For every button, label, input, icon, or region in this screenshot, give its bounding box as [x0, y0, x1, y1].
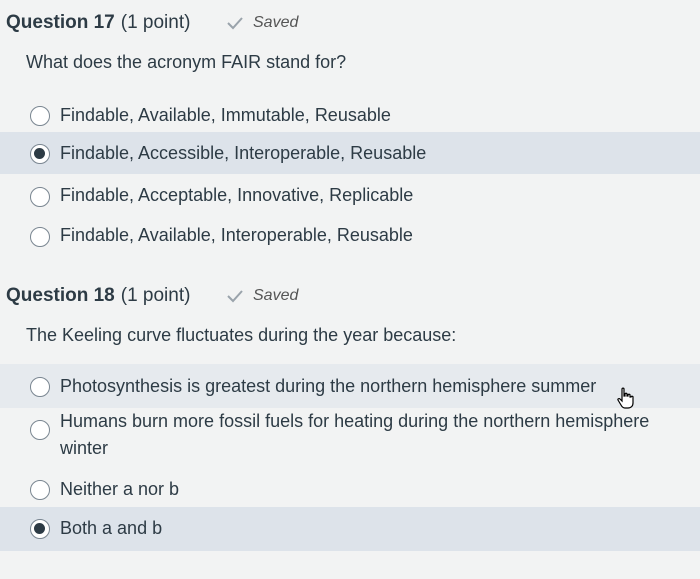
answer-label: Findable, Available, Immutable, Reusable: [60, 105, 391, 125]
answer-option[interactable]: Findable, Available, Immutable, Reusable: [0, 98, 700, 134]
question-prompt: The Keeling curve fluctuates during the …: [26, 325, 457, 345]
question-header: Question 18 (1 point): [6, 285, 190, 309]
answer-label: Findable, Available, Interoperable, Reus…: [60, 225, 413, 245]
answer-option-hover[interactable]: Photosynthesis is greatest during the no…: [0, 364, 700, 408]
question-title: Question 17: [6, 12, 115, 33]
answer-label: Neither a nor b: [60, 479, 180, 499]
question-points: (1 point): [120, 285, 191, 306]
answer-label: Findable, Accessible, Interoperable, Reu…: [60, 143, 427, 163]
radio-button[interactable]: [30, 106, 50, 126]
checkmark-icon: [227, 290, 243, 303]
hand-pointer-icon: [617, 387, 634, 409]
answer-option[interactable]: Findable, Acceptable, Innovative, Replic…: [0, 178, 700, 214]
answer-label: Findable, Acceptable, Innovative, Replic…: [60, 185, 414, 205]
radio-button[interactable]: [30, 420, 50, 440]
saved-label: Saved: [253, 287, 299, 304]
radio-button-selected[interactable]: [30, 519, 50, 539]
radio-button-selected[interactable]: [30, 144, 50, 164]
question-header: Question 17 (1 point): [6, 12, 190, 36]
radio-button[interactable]: [30, 480, 50, 500]
answer-label: Both a and b: [60, 518, 163, 538]
answer-option-selected[interactable]: Both a and b: [0, 507, 700, 551]
answer-option[interactable]: Findable, Available, Interoperable, Reus…: [0, 218, 700, 254]
answer-label: Photosynthesis is greatest during the no…: [60, 376, 597, 396]
answer-option[interactable]: Humans burn more fossil fuels for heatin…: [0, 408, 700, 472]
answer-option[interactable]: Neither a nor b: [0, 472, 700, 508]
checkmark-icon: [227, 17, 243, 30]
radio-button[interactable]: [30, 227, 50, 247]
saved-status: Saved: [226, 14, 298, 32]
question-title: Question 18: [6, 285, 115, 306]
saved-label: Saved: [253, 14, 299, 31]
saved-status: Saved: [226, 287, 298, 305]
answer-option-selected[interactable]: Findable, Accessible, Interoperable, Reu…: [0, 132, 700, 174]
radio-button[interactable]: [30, 377, 50, 397]
question-points: (1 point): [120, 12, 191, 33]
question-prompt: What does the acronym FAIR stand for?: [26, 52, 347, 72]
radio-button[interactable]: [30, 187, 50, 207]
answer-label: Humans burn more fossil fuels for heatin…: [60, 411, 650, 458]
